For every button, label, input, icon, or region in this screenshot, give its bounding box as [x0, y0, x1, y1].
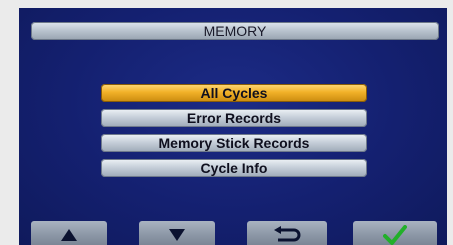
page-title: MEMORY	[31, 22, 439, 40]
return-icon	[272, 226, 302, 244]
up-button[interactable]	[31, 221, 107, 245]
device-screen: MEMORY All Cycles Error Records Memory S…	[19, 8, 447, 245]
menu-item-memory-stick-records[interactable]: Memory Stick Records	[101, 134, 367, 152]
memory-menu: All Cycles Error Records Memory Stick Re…	[101, 84, 367, 184]
down-button[interactable]	[139, 221, 215, 245]
menu-item-cycle-info[interactable]: Cycle Info	[101, 159, 367, 177]
up-arrow-icon	[60, 228, 78, 242]
confirm-button[interactable]	[353, 221, 437, 245]
checkmark-icon	[383, 225, 407, 245]
menu-item-error-records[interactable]: Error Records	[101, 109, 367, 127]
back-button[interactable]	[247, 221, 327, 245]
menu-item-all-cycles[interactable]: All Cycles	[101, 84, 367, 102]
down-arrow-icon	[168, 228, 186, 242]
